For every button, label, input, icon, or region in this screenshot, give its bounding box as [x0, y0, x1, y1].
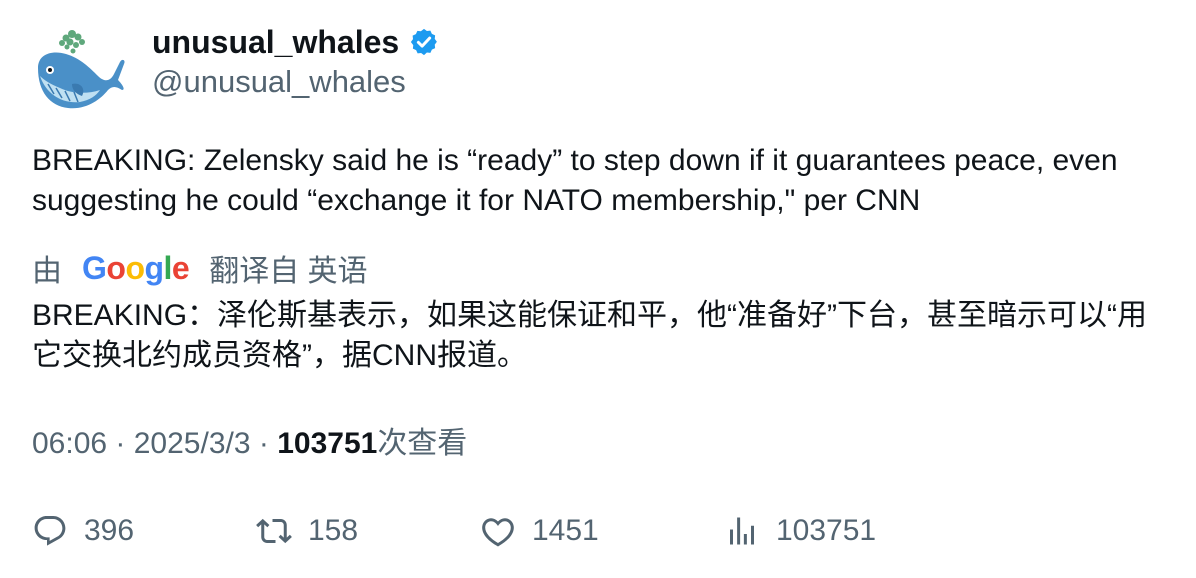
author-display-name[interactable]: unusual_whales [152, 22, 399, 62]
whale-logo-icon [38, 30, 125, 109]
tweet-date[interactable]: 2025/3/3 [134, 427, 251, 460]
retweet-count: 158 [308, 514, 359, 547]
heart-icon [480, 513, 516, 549]
translation-attribution: 由 Google 翻译自 英语 [32, 248, 368, 288]
translation-by-label: 由 [32, 255, 62, 288]
google-logo[interactable]: Google [82, 248, 190, 288]
like-button[interactable]: 1451 [480, 508, 599, 554]
avatar[interactable] [32, 24, 128, 114]
reply-button[interactable]: 396 [32, 508, 134, 554]
view-count: 103751 [277, 427, 378, 460]
action-bar: 396 158 1451 103751 [32, 508, 1172, 554]
reply-count: 396 [84, 514, 135, 547]
retweet-button[interactable]: 158 [256, 508, 358, 554]
tweet-meta: 06:06 · 2025/3/3 · 103751次查看 [32, 424, 467, 464]
tweet-time[interactable]: 06:06 [32, 427, 107, 460]
meta-separator: · [115, 427, 134, 460]
meta-separator-2: · [258, 427, 278, 460]
translated-text: BREAKING：泽伦斯基表示，如果这能保证和平，他“准备好”下台，甚至暗示可以… [32, 299, 1148, 372]
author-name-row: unusual_whales [152, 22, 439, 62]
views-button[interactable]: 103751 [724, 508, 876, 554]
reply-icon [32, 513, 68, 549]
translation-from-label: 翻译自 英语 [209, 255, 368, 288]
view-count-label: 次查看 [377, 427, 468, 460]
retweet-icon [256, 513, 292, 549]
like-count: 1451 [532, 514, 599, 547]
views-count: 103751 [776, 514, 877, 547]
analytics-icon [724, 513, 760, 549]
author-handle[interactable]: @unusual_whales [152, 62, 406, 102]
tweet-text: BREAKING: Zelensky said he is “ready” to… [32, 144, 1118, 217]
verified-badge-icon [409, 27, 439, 57]
